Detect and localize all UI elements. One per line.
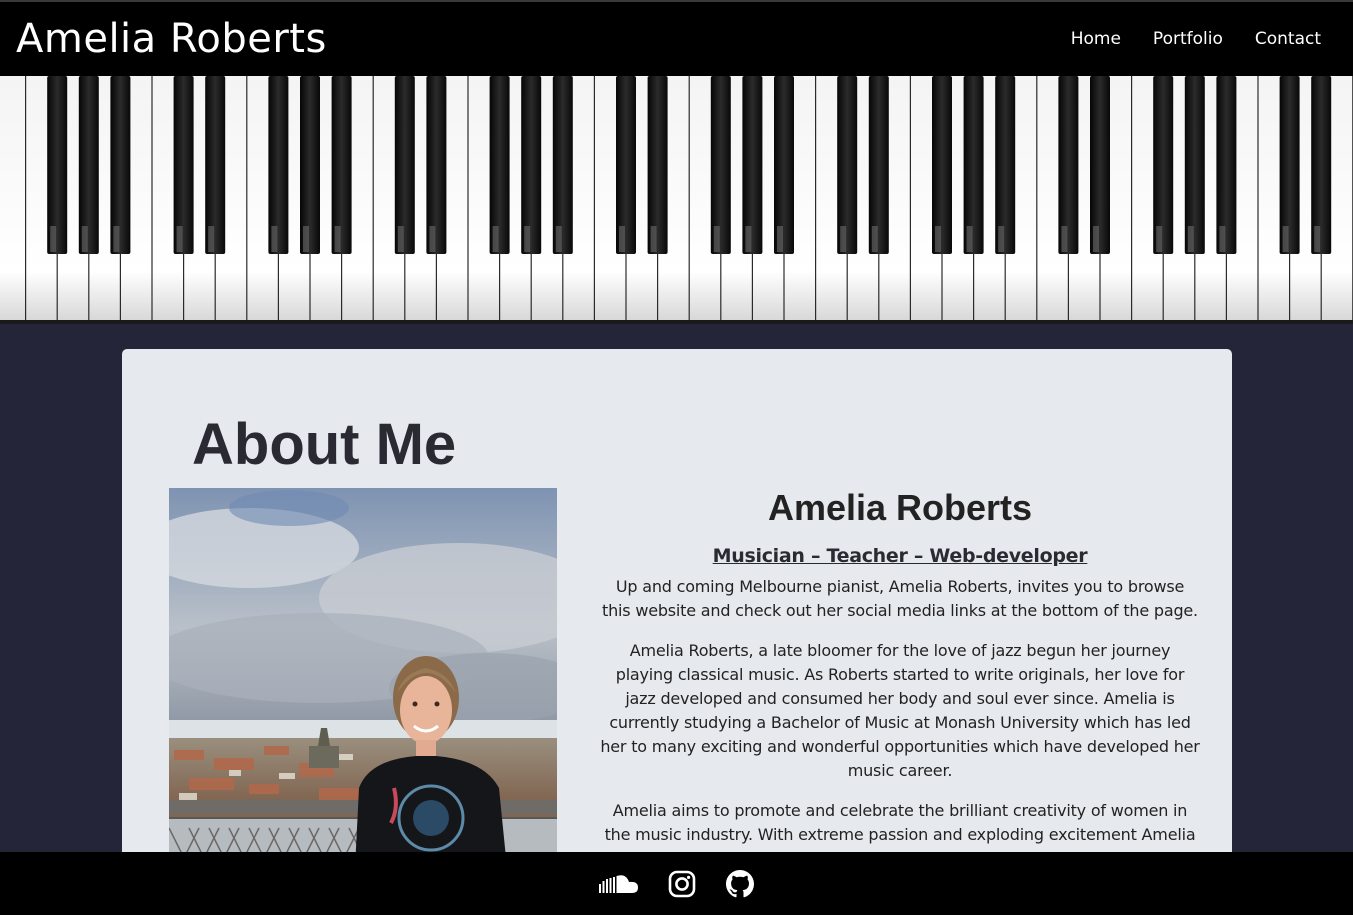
profile-photo [169,488,557,888]
bio-paragraph: Up and coming Melbourne pianist, Amelia … [602,577,1198,620]
site-brand[interactable]: Amelia Roberts [16,16,327,62]
nav-links: Home Portfolio Contact [1071,29,1321,49]
bio-role: Musician – Teacher – Web-developer [712,545,1088,567]
about-heading: About Me [192,412,457,477]
top-navbar: Amelia Roberts Home Portfolio Contact [0,0,1353,76]
nav-portfolio-link[interactable]: Portfolio [1153,29,1223,49]
piano-keys-image [0,76,1353,324]
about-card: About Me Amelia Roberts Musician – Teach… [122,349,1232,889]
instagram-icon[interactable] [666,868,698,900]
bio-paragraph: Amelia Roberts, a late bloomer for the l… [600,641,1200,780]
nav-home-link[interactable]: Home [1071,29,1121,49]
github-icon[interactable] [724,868,756,900]
nav-contact-link[interactable]: Contact [1255,29,1321,49]
piano-keys-banner [0,76,1353,324]
bio-name: Amelia Roberts [767,487,1033,528]
soundcloud-icon[interactable] [598,868,640,900]
social-footer [0,852,1353,915]
profile-photo-image [169,488,557,888]
bio-section: Amelia Roberts Musician – Teacher – Web-… [600,487,1200,889]
